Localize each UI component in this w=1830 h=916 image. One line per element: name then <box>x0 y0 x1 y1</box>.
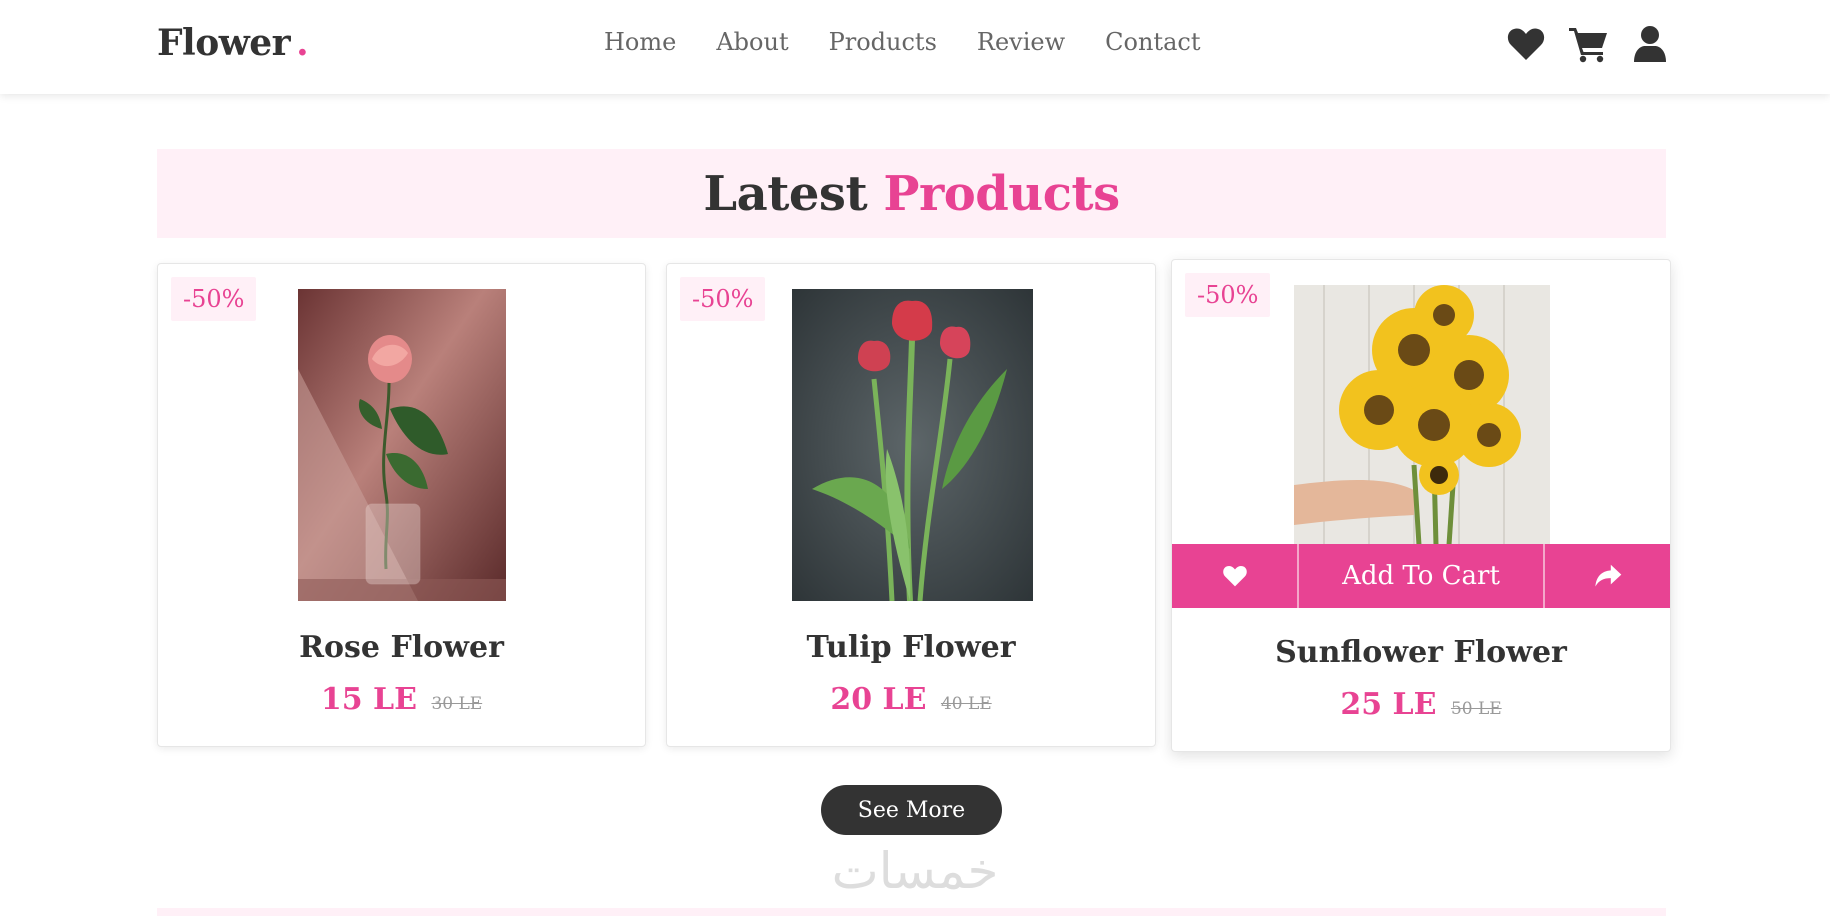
product-card-rose[interactable]: -50% Rose Flower 15 LE 30 LE <box>157 263 646 747</box>
logo-text: Flower <box>157 22 291 64</box>
heart-icon[interactable] <box>1506 24 1546 64</box>
logo-dot: . <box>296 22 309 64</box>
price-line: 25 LE 50 LE <box>1172 687 1670 722</box>
rose-image <box>298 289 506 601</box>
discount-badge: -50% <box>1185 273 1271 317</box>
header-icons <box>1506 24 1670 64</box>
nav-home[interactable]: Home <box>604 28 676 56</box>
price-old: 30 LE <box>431 694 483 714</box>
add-to-cart-button[interactable]: Add To Cart <box>1297 544 1545 608</box>
nav-review[interactable]: Review <box>977 28 1065 56</box>
wishlist-button[interactable] <box>1172 544 1297 608</box>
see-more-button[interactable]: See More <box>821 785 1002 835</box>
product-name: Sunflower Flower <box>1275 635 1567 670</box>
price-old: 40 LE <box>940 694 992 714</box>
nav-contact[interactable]: Contact <box>1105 28 1200 56</box>
nav-about[interactable]: About <box>716 28 788 56</box>
discount-badge: -50% <box>171 277 257 321</box>
tulip-image <box>792 289 1033 601</box>
site-header: Flower. Home About Products Review Conta… <box>0 0 1830 94</box>
watermark-logo: خمسات <box>831 842 999 900</box>
discount-badge: -50% <box>680 277 766 321</box>
product-card-sunflower[interactable]: -50% Add To Cart Sunflower Flower 25 LE … <box>1171 259 1671 752</box>
user-icon[interactable] <box>1630 24 1670 64</box>
section-heading-band: Latest Products <box>157 149 1666 238</box>
product-name: Rose Flower <box>299 630 504 665</box>
share-button[interactable] <box>1545 544 1670 608</box>
share-icon <box>1594 564 1621 587</box>
heart-icon <box>1222 565 1247 587</box>
price-line: 20 LE 40 LE <box>667 682 1155 717</box>
price-current: 15 LE <box>320 682 417 717</box>
section-title-main: Latest <box>703 165 868 222</box>
section-title: Latest Products <box>703 165 1120 222</box>
price-old: 50 LE <box>1450 699 1502 719</box>
section-divider <box>157 908 1666 916</box>
card-action-bar: Add To Cart <box>1172 544 1670 608</box>
price-line: 15 LE 30 LE <box>158 682 645 717</box>
section-title-accent: Products <box>883 165 1120 222</box>
price-current: 20 LE <box>830 682 927 717</box>
product-name: Tulip Flower <box>806 630 1016 665</box>
main-nav: Home About Products Review Contact <box>604 28 1200 56</box>
price-current: 25 LE <box>1340 687 1437 722</box>
logo[interactable]: Flower. <box>157 22 309 64</box>
cart-icon[interactable] <box>1568 24 1608 64</box>
product-card-tulip[interactable]: -50% Tulip Flower 20 LE 40 LE <box>666 263 1156 747</box>
sunflower-image <box>1294 285 1550 545</box>
nav-products[interactable]: Products <box>829 28 937 56</box>
